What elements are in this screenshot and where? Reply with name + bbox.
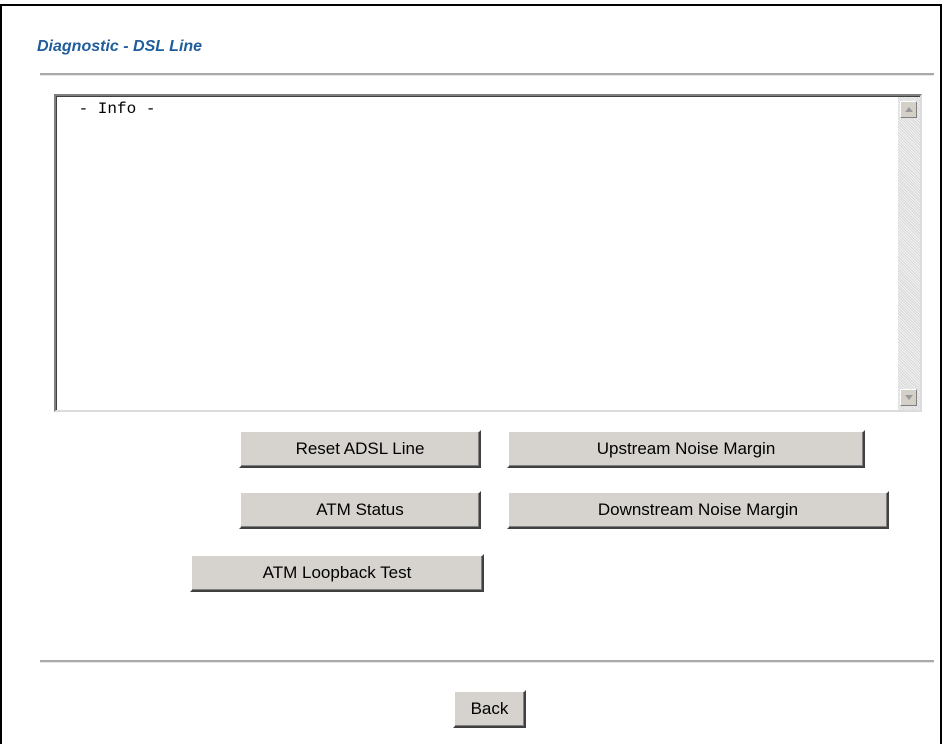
- scroll-up-button[interactable]: [900, 101, 917, 118]
- atm-loopback-test-button[interactable]: ATM Loopback Test: [190, 554, 484, 592]
- atm-status-button[interactable]: ATM Status: [239, 491, 481, 529]
- top-divider: [40, 73, 934, 76]
- info-text: - Info -: [69, 100, 156, 118]
- downstream-noise-margin-button[interactable]: Downstream Noise Margin: [507, 491, 889, 529]
- info-scrollbar[interactable]: [898, 97, 920, 410]
- bottom-divider: [40, 660, 934, 663]
- upstream-noise-margin-button[interactable]: Upstream Noise Margin: [507, 430, 865, 468]
- page-title: Diagnostic - DSL Line: [37, 38, 203, 55]
- scroll-down-button[interactable]: [900, 389, 917, 406]
- info-textarea-inner: - Info -: [56, 96, 920, 410]
- back-button[interactable]: Back: [453, 690, 526, 728]
- scroll-down-arrow-icon: [905, 395, 913, 400]
- scroll-up-arrow-icon: [905, 107, 913, 112]
- diagnostic-dsl-line-panel: Diagnostic - DSL Line - Info - Reset ADS…: [0, 4, 942, 744]
- reset-adsl-line-button[interactable]: Reset ADSL Line: [239, 430, 481, 468]
- info-textarea[interactable]: - Info -: [54, 94, 922, 412]
